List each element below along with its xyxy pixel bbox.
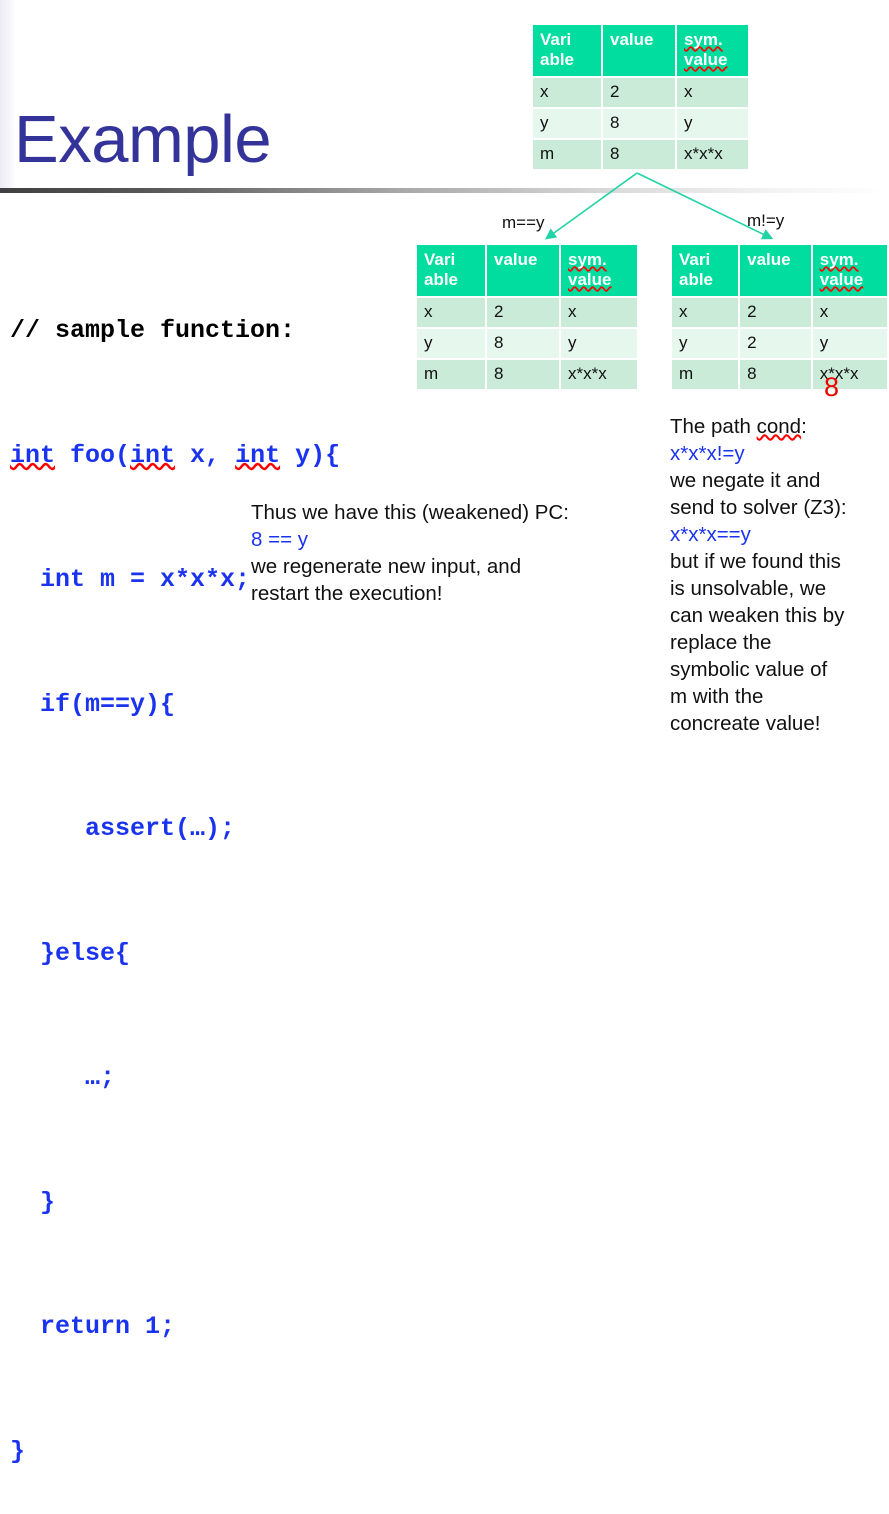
cell-value: 2 — [487, 298, 559, 327]
prose-right-line-7: is unsolvable, we — [670, 577, 827, 600]
column-header-value: value — [740, 245, 811, 296]
prose-right-line-5: x*x*x==y — [670, 523, 751, 546]
header-sym-line2: value — [684, 50, 728, 69]
symbolic-state-table-initial: Vari able value sym. value x 2 x y 8 y m… — [531, 23, 750, 171]
cell-variable: x — [672, 298, 739, 327]
cell-sym-value: x*x*x — [677, 140, 748, 169]
table-header-row: Vari able value sym. value — [533, 25, 748, 76]
prose-right-line-4: send to solver (Z3): — [670, 496, 847, 519]
header-sym-line2: value — [568, 270, 612, 289]
prose-middle-line-1: Thus we have this (weakened) PC: — [251, 501, 569, 524]
page-title: Example — [14, 102, 272, 177]
code-line-ellipsis: …; — [10, 1063, 116, 1092]
code-line-assert: assert(…); — [10, 814, 236, 843]
code-line-else: }else{ — [10, 938, 131, 968]
header-variable-line2: able — [540, 50, 575, 69]
column-header-sym-value: sym. value — [812, 245, 887, 296]
prose-right-spell-cond: cond — [756, 415, 802, 438]
table-row: x 2 x — [533, 78, 748, 107]
cell-variable: y — [533, 109, 601, 138]
header-sym-line1: sym. — [819, 250, 859, 269]
column-header-sym-value: sym. value — [561, 245, 637, 296]
symbolic-state-table-true-branch: Vari able value sym. value x 2 x y 8 y m… — [415, 243, 639, 391]
cell-value: 8 — [487, 329, 559, 358]
cell-sym-value: x — [677, 78, 748, 107]
code-line-signature: int foo(int x, int y){ — [10, 440, 341, 470]
code-line-close-fn: } — [10, 1436, 26, 1466]
column-header-value: value — [487, 245, 559, 296]
prose-right-line-9: replace the — [670, 631, 772, 654]
column-header-value: value — [603, 25, 675, 76]
prose-middle-line-3: we regenerate new input, and — [251, 555, 522, 578]
cell-variable: y — [417, 329, 485, 358]
prose-right-line-6: but if we found this — [670, 550, 841, 573]
cell-sym-value: x — [812, 298, 887, 327]
cell-variable: y — [672, 329, 739, 358]
header-sym-line1: sym. — [684, 30, 723, 49]
arrow-true-branch — [544, 172, 638, 240]
header-variable-line1: Vari — [679, 250, 711, 269]
cell-value: 2 — [603, 78, 675, 107]
explanation-middle: Thus we have this (weakened) PC: 8 == y … — [251, 499, 631, 607]
table-row: m 8 x*x*x — [533, 140, 748, 169]
prose-right-line-12: concreate value! — [670, 712, 821, 735]
cell-value: 8 — [740, 360, 811, 389]
table-row: m 8 x*x*x — [672, 360, 887, 389]
table-header-row: Vari able value sym. value — [417, 245, 637, 296]
table-row: m 8 x*x*x — [417, 360, 637, 389]
concrete-value-annotation: 8 — [824, 372, 840, 402]
cell-value: 8 — [603, 140, 675, 169]
symbolic-state-table-false-branch: Vari able value sym. value x 2 x y 2 y m… — [670, 243, 889, 391]
prose-right-line-11: m with the — [670, 685, 764, 708]
prose-middle-line-2: 8 == y — [251, 528, 308, 551]
column-header-variable: Vari able — [417, 245, 485, 296]
code-line-close-else: } — [10, 1187, 56, 1217]
arrow-label-true-branch: m==y — [502, 213, 545, 232]
table-row: x 2 x — [672, 298, 887, 327]
cell-value: 8 — [603, 109, 675, 138]
cell-variable: m — [533, 140, 601, 169]
header-variable-line2: able — [679, 270, 714, 289]
title-divider-rule — [0, 188, 889, 193]
cell-variable: x — [533, 78, 601, 107]
code-listing: // sample function: int foo(int x, int y… — [10, 227, 340, 1514]
prose-middle-line-4: restart the execution! — [251, 582, 443, 605]
prose-right-line-1: The path cond: — [670, 415, 807, 438]
table-row: y 8 y — [533, 109, 748, 138]
prose-right-line-8: can weaken this by — [670, 604, 845, 627]
cell-sym-value: y — [812, 329, 887, 358]
header-variable-line1: Vari — [540, 30, 572, 49]
header-variable-line1: Vari — [424, 250, 456, 269]
header-variable-line2: able — [424, 270, 459, 289]
explanation-right: The path cond: x*x*x!=y we negate it and… — [670, 413, 886, 737]
cell-variable: m — [672, 360, 739, 389]
prose-right-line-10: symbolic value of — [670, 658, 828, 681]
table-row: y 8 y — [417, 329, 637, 358]
cell-value: 2 — [740, 298, 811, 327]
prose-right-line-3: we negate it and — [670, 469, 821, 492]
cell-sym-value: x — [561, 298, 637, 327]
header-sym-line1: sym. — [568, 250, 607, 269]
cell-value: 2 — [740, 329, 811, 358]
cell-sym-value: x*x*x — [561, 360, 637, 389]
table-row: y 2 y — [672, 329, 887, 358]
cell-sym-value: y — [677, 109, 748, 138]
arrow-label-false-branch: m!=y — [747, 211, 785, 230]
column-header-sym-value: sym. value — [677, 25, 748, 76]
code-line-if: if(m==y){ — [10, 689, 176, 719]
column-header-variable: Vari able — [672, 245, 739, 296]
table-row: x 2 x — [417, 298, 637, 327]
cell-variable: x — [417, 298, 485, 327]
code-line-return: return 1; — [10, 1312, 176, 1341]
cell-sym-value: y — [561, 329, 637, 358]
cell-value: 8 — [487, 360, 559, 389]
prose-right-line-2: x*x*x!=y — [670, 442, 745, 465]
table-header-row: Vari able value sym. value — [672, 245, 887, 296]
code-line-comment: // sample function: — [10, 316, 296, 345]
cell-variable: m — [417, 360, 485, 389]
header-sym-line2: value — [819, 270, 864, 289]
column-header-variable: Vari able — [533, 25, 601, 76]
